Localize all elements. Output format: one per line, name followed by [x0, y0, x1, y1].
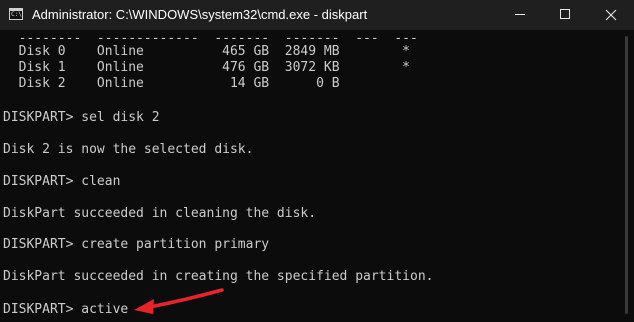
- console-line-output-partition-created: DiskPart succeeded in creating the speci…: [3, 269, 434, 284]
- console-line-command-create-partition: DISKPART> create partition primary: [3, 237, 270, 252]
- console-line-disk-1: Disk 1 Online 476 GB 3072 KB *: [3, 60, 410, 75]
- console-line-command-clean: DISKPART> clean: [3, 174, 121, 189]
- scrollbar-thumb[interactable]: [625, 36, 628, 314]
- minimize-icon: [515, 14, 525, 15]
- console-line-output-selected: Disk 2 is now the selected disk.: [3, 142, 254, 157]
- title-bar[interactable]: C:\ Administrator: C:\WINDOWS\system32\c…: [0, 0, 634, 30]
- console-line-output-cleaned: DiskPart succeeded in cleaning the disk.: [3, 206, 317, 221]
- console-line-disk-0: Disk 0 Online 465 GB 2849 MB *: [3, 44, 410, 59]
- maximize-icon: [560, 9, 570, 19]
- window-title: Administrator: C:\WINDOWS\system32\cmd.e…: [32, 7, 368, 22]
- minimize-button[interactable]: [496, 0, 542, 30]
- console-line-command-sel-disk: DISKPART> sel disk 2: [3, 110, 160, 125]
- close-icon: [605, 9, 617, 21]
- console-line-disk-2: Disk 2 Online 14 GB 0 B: [3, 76, 340, 91]
- console-output[interactable]: -------- ------------- ------- ------- -…: [0, 30, 620, 322]
- console-line-command-active: DISKPART> active: [3, 302, 129, 317]
- app-icon-glyph: C:\: [11, 11, 22, 18]
- close-button[interactable]: [588, 0, 634, 30]
- red-arrow-annotation-icon: [134, 288, 224, 314]
- cmd-window: C:\ Administrator: C:\WINDOWS\system32\c…: [0, 0, 634, 322]
- maximize-button[interactable]: [542, 0, 588, 30]
- cmd-app-icon[interactable]: C:\: [9, 8, 23, 20]
